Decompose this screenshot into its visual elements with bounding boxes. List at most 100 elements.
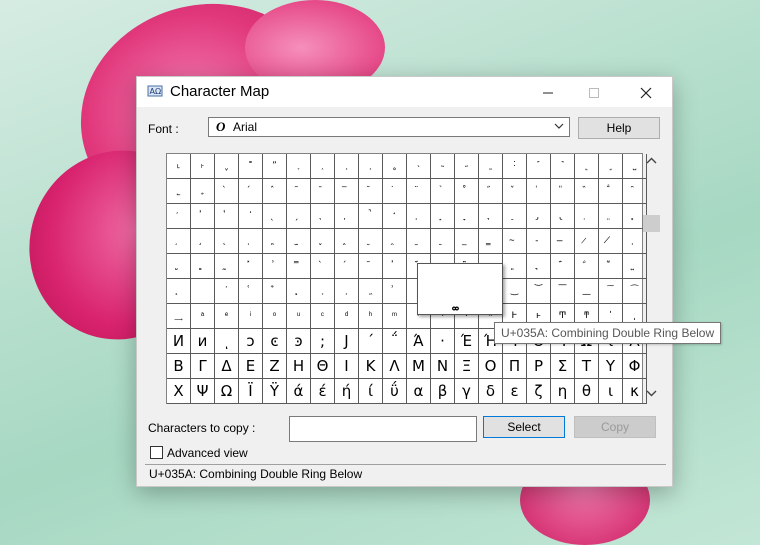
character-cell[interactable]: ˴ <box>407 154 431 179</box>
character-cell[interactable]: ͊ <box>551 254 575 279</box>
character-cell[interactable]: Δ <box>215 354 239 379</box>
character-cell[interactable]: ͉ <box>527 254 551 279</box>
character-cell[interactable]: ̠ <box>503 204 527 229</box>
character-cell[interactable]: ͑ <box>239 279 263 304</box>
character-cell[interactable]: Ͷ <box>167 329 191 354</box>
character-cell[interactable]: ˫ <box>191 154 215 179</box>
checkbox-box[interactable] <box>150 446 163 459</box>
character-cell[interactable]: ̤ <box>599 204 623 229</box>
character-cell[interactable]: ́ <box>335 254 359 279</box>
character-cell[interactable]: β <box>431 379 455 404</box>
character-cell[interactable]: ̫ <box>287 229 311 254</box>
character-cell[interactable]: ζ <box>527 379 551 404</box>
character-cell[interactable]: ̼ <box>215 254 239 279</box>
character-cell[interactable]: ˳ <box>383 154 407 179</box>
character-cell[interactable]: ˻ <box>575 154 599 179</box>
character-cell[interactable]: Η <box>287 354 311 379</box>
character-cell[interactable]: Ν <box>431 354 455 379</box>
character-cell[interactable]: ̲ <box>455 229 479 254</box>
character-cell[interactable]: ͠ <box>599 279 623 304</box>
character-cell[interactable]: ͢ <box>167 304 191 329</box>
character-cell[interactable]: Ά <box>407 329 431 354</box>
character-cell[interactable]: Β <box>167 354 191 379</box>
character-cell[interactable]: ̺ <box>167 254 191 279</box>
character-cell[interactable]: ͩ <box>335 304 359 329</box>
character-cell[interactable]: ̦ <box>167 229 191 254</box>
character-cell[interactable]: ͗ <box>383 279 407 304</box>
character-cell[interactable]: ̕ <box>239 204 263 229</box>
character-cell[interactable]: α <box>407 379 431 404</box>
character-cell[interactable]: ̟ <box>479 204 503 229</box>
character-cell[interactable]: ε <box>503 379 527 404</box>
character-cell[interactable]: ΄ <box>359 329 383 354</box>
character-cell[interactable]: γ <box>455 379 479 404</box>
character-cell[interactable]: ͏ <box>191 279 215 304</box>
character-cell[interactable]: ̭ <box>335 229 359 254</box>
character-cell[interactable]: Ϋ <box>263 379 287 404</box>
character-cell[interactable]: ͒ <box>263 279 287 304</box>
character-cell[interactable]: ̙ <box>335 204 359 229</box>
character-cell[interactable]: ͕ <box>335 279 359 304</box>
maximize-button[interactable] <box>571 77 617 107</box>
character-cell[interactable]: ̂ <box>263 179 287 204</box>
character-cell[interactable]: θ <box>575 379 599 404</box>
character-cell[interactable]: ͞ <box>551 279 575 304</box>
character-cell[interactable]: ̻ <box>191 254 215 279</box>
character-cell[interactable]: ͪ <box>359 304 383 329</box>
character-cell[interactable]: ͣ <box>191 304 215 329</box>
grid-scrollbar[interactable] <box>643 153 660 402</box>
character-cell[interactable]: ˿ <box>191 179 215 204</box>
character-cell[interactable]: ͟ <box>575 279 599 304</box>
characters-to-copy-input[interactable] <box>289 416 477 442</box>
character-cell[interactable]: ̪ <box>263 229 287 254</box>
font-dropdown[interactable]: O Arial <box>208 117 570 137</box>
character-cell[interactable]: ͻ <box>239 329 263 354</box>
character-cell[interactable]: η <box>551 379 575 404</box>
character-cell[interactable]: ͎ <box>167 279 191 304</box>
character-cell[interactable]: ̣ <box>575 204 599 229</box>
character-cell[interactable]: ̱ <box>431 229 455 254</box>
character-cell[interactable]: ˯ <box>287 154 311 179</box>
character-cell[interactable]: ͽ <box>287 329 311 354</box>
chevron-down-icon[interactable] <box>643 385 660 402</box>
character-cell[interactable]: ΰ <box>383 379 407 404</box>
character-cell[interactable]: ̓ <box>383 254 407 279</box>
character-cell[interactable]: ̈ <box>407 179 431 204</box>
character-cell[interactable]: ̍ <box>527 179 551 204</box>
character-cell[interactable]: ͝ <box>527 279 551 304</box>
character-cell[interactable]: ̩ <box>239 229 263 254</box>
character-cell[interactable]: ˶ <box>455 154 479 179</box>
character-cell[interactable]: ͓ <box>287 279 311 304</box>
character-cell[interactable]: ˪ <box>167 154 191 179</box>
character-cell[interactable]: ̉ <box>431 179 455 204</box>
character-cell[interactable]: ̰ <box>407 229 431 254</box>
character-cell[interactable]: ̽ <box>239 254 263 279</box>
character-cell[interactable]: ˺ <box>551 154 575 179</box>
character-cell[interactable]: Σ <box>551 354 575 379</box>
character-cell[interactable]: ̇ <box>383 179 407 204</box>
character-cell[interactable]: Κ <box>359 354 383 379</box>
character-cell[interactable]: ͤ <box>215 304 239 329</box>
advanced-view-checkbox[interactable]: Advanced view <box>150 446 248 460</box>
character-cell[interactable]: ̸ <box>599 229 623 254</box>
character-cell[interactable]: ̴ <box>503 229 527 254</box>
character-cell[interactable]: ͌ <box>599 254 623 279</box>
character-cell[interactable]: ̃ <box>287 179 311 204</box>
character-cell[interactable]: Ω <box>215 379 239 404</box>
character-cell[interactable]: ̀ <box>215 179 239 204</box>
character-cell[interactable]: ΅ <box>383 329 407 354</box>
character-cell[interactable]: ̔ <box>215 204 239 229</box>
character-cell[interactable]: ̬ <box>311 229 335 254</box>
character-cell[interactable]: Ξ <box>455 354 479 379</box>
character-cell[interactable]: ˾ <box>167 179 191 204</box>
character-cell[interactable]: ͋ <box>575 254 599 279</box>
character-cell[interactable]: ͧ <box>287 304 311 329</box>
character-cell[interactable]: ̗ <box>287 204 311 229</box>
character-cell[interactable]: ̧ <box>191 229 215 254</box>
character-cell[interactable]: ̒ <box>167 204 191 229</box>
character-cell[interactable]: ́ <box>239 179 263 204</box>
character-cell[interactable]: ̓ <box>191 204 215 229</box>
character-cell[interactable]: ̅ <box>335 179 359 204</box>
character-cell[interactable]: ̷ <box>575 229 599 254</box>
character-cell[interactable]: Γ <box>191 354 215 379</box>
